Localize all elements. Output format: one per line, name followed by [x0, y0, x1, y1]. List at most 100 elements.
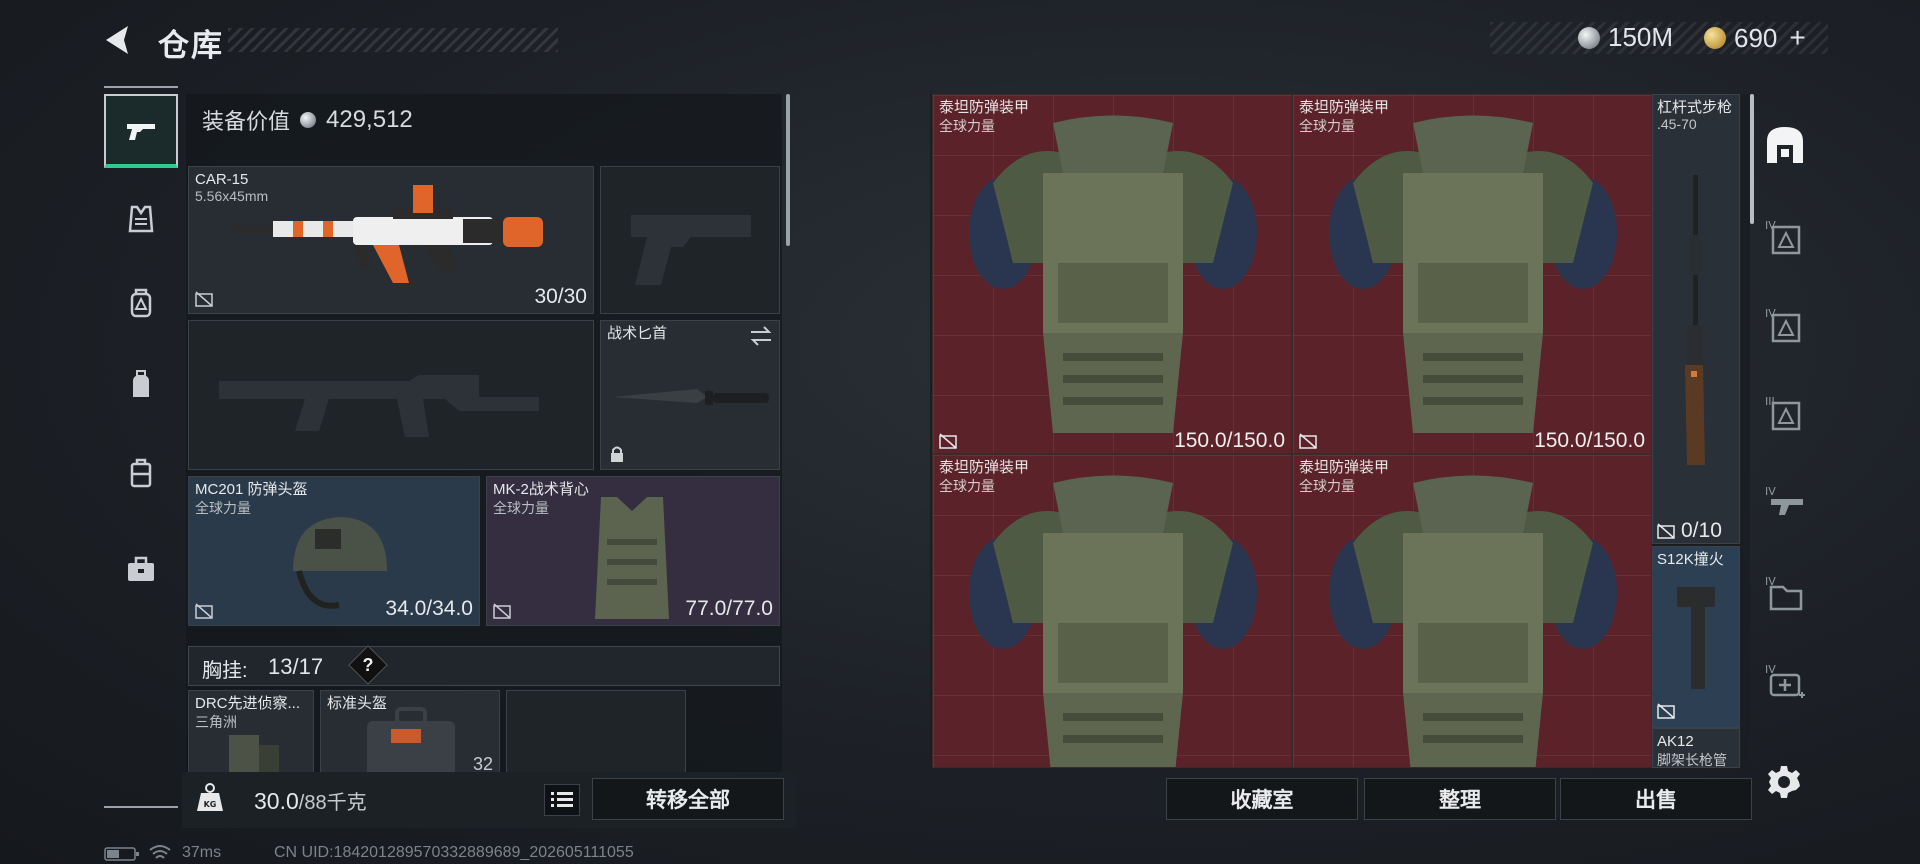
titan-armor-image — [1329, 115, 1617, 433]
helmet-slot[interactable]: MC201 防弹头盔 全球力量 34.0/34.0 — [188, 476, 480, 626]
title-decoration — [228, 28, 558, 52]
silver-coin-icon — [1578, 26, 1600, 49]
stash-tab-tier-3[interactable]: III — [1758, 376, 1812, 450]
weight-capacity: /88千克 — [298, 792, 367, 814]
stash-tab-tier-5[interactable]: IV — [1758, 556, 1812, 630]
svg-text:IV: IV — [1765, 219, 1776, 232]
gold-coin-icon — [1704, 27, 1726, 49]
list-icon — [551, 792, 573, 807]
armor-tier-icon: IV — [1765, 219, 1801, 255]
category-weapons[interactable] — [104, 94, 178, 168]
svg-text:IV: IV — [1765, 307, 1776, 320]
container-icon — [130, 458, 152, 488]
rifle-placeholder-icon — [219, 375, 539, 437]
svg-text:KG: KG — [204, 800, 217, 809]
stash-tab-tier-6[interactable]: IV — [1758, 644, 1812, 718]
titan-armor-image — [969, 475, 1257, 767]
currency-silver: 150M — [1578, 22, 1673, 53]
equipment-scrollbar[interactable] — [786, 94, 790, 246]
user-uid: CN UID:184201289570332889689_20260511105… — [274, 844, 634, 861]
rig-item-empty[interactable] — [506, 690, 686, 780]
sell-button[interactable]: 出售 — [1560, 778, 1752, 820]
currency-gold[interactable]: 690 + — [1704, 22, 1806, 54]
ak12-sub: 脚架长枪管 — [1657, 752, 1727, 768]
helmet-durability: 34.0/34.0 — [385, 597, 473, 620]
chest-rig-label: 胸挂: — [202, 660, 248, 682]
ak12-name: AK12 — [1657, 733, 1694, 750]
pistol-placeholder-icon — [631, 215, 751, 285]
armor-durability: 150.0/150.0 — [1534, 429, 1645, 452]
rig-item-1-name: DRC先进侦察... — [195, 695, 301, 712]
collection-room-button[interactable]: 收藏室 — [1166, 778, 1358, 820]
rig-item-1[interactable]: DRC先进侦察... 三角洲 — [188, 690, 314, 780]
weapon-tier-icon: IV — [1765, 485, 1803, 515]
settings-gear-icon[interactable] — [1766, 764, 1802, 800]
insurance-off-icon — [1657, 523, 1675, 539]
list-view-button[interactable] — [544, 784, 580, 816]
transfer-all-button[interactable]: 转移全部 — [592, 778, 784, 820]
stash-tab-tier-1[interactable]: IV — [1758, 200, 1812, 274]
stash-tab-main[interactable] — [1758, 108, 1812, 182]
vest-name: MK-2战术背心 — [493, 481, 589, 498]
stash-armor-item[interactable]: 泰坦防弹装甲 全球力量 — [932, 454, 1292, 768]
stash-armor-item[interactable]: 泰坦防弹装甲 全球力量 — [1292, 454, 1652, 768]
battery-icon — [104, 847, 139, 861]
weight-readout: 30.0/88千克 — [254, 786, 367, 815]
stash-tabs-nav: IV IV III IV IV IV — [1758, 94, 1812, 784]
stash-tab-tier-2[interactable]: IV — [1758, 288, 1812, 362]
armor-durability: 150.0/150.0 — [1174, 429, 1285, 452]
primary-weapon-slot[interactable]: CAR-15 5.56x45mm 30/30 — [188, 166, 594, 314]
currency-silver-value: 150M — [1608, 22, 1674, 52]
category-bag[interactable] — [104, 348, 178, 422]
knife-slot[interactable]: 战术匕首 — [600, 320, 780, 470]
vest-icon — [128, 205, 154, 233]
titan-armor-image — [1329, 475, 1617, 767]
lever-rifle-ammo: 0/10 — [1681, 519, 1722, 542]
pistol-slot[interactable] — [600, 166, 780, 314]
category-backpack[interactable] — [104, 266, 178, 340]
chest-rig-count: 13/17 — [268, 654, 324, 679]
category-container[interactable] — [104, 436, 178, 510]
helmet-image — [293, 517, 387, 609]
help-mark: ? — [362, 654, 374, 675]
vest-durability: 77.0/77.0 — [685, 597, 773, 620]
stash-lever-rifle[interactable]: 杠杆式步枪 .45-70 0/10 — [1652, 94, 1740, 544]
stash-scrollbar[interactable] — [1750, 94, 1754, 224]
rig-item-2[interactable]: 标准头盔 32 — [320, 690, 500, 780]
armor-faction: 全球力量 — [939, 118, 995, 134]
stash-tab-tier-4[interactable]: IV — [1758, 466, 1812, 540]
sort-button[interactable]: 整理 — [1364, 778, 1556, 820]
stash-armor-item[interactable]: 泰坦防弹装甲 全球力量 150.0/150.0 — [1292, 94, 1652, 454]
equipment-value-label: 装备价值 — [202, 109, 291, 134]
currency-gold-value: 690 — [1734, 22, 1778, 53]
armor-tier-icon: III — [1765, 395, 1801, 431]
insurance-off-icon — [493, 603, 511, 619]
category-case[interactable] — [104, 532, 178, 606]
insurance-off-icon — [195, 603, 213, 619]
swap-icon[interactable] — [749, 325, 773, 347]
insurance-off-icon — [939, 433, 957, 449]
wifi-icon — [149, 845, 171, 859]
add-currency-button[interactable]: + — [1789, 22, 1805, 54]
vest-slot[interactable]: MK-2战术背心 全球力量 77.0/77.0 — [486, 476, 780, 626]
weight-current: 30.0 — [254, 788, 299, 814]
insurance-off-icon — [1657, 703, 1675, 719]
armor-faction: 全球力量 — [1299, 478, 1355, 494]
stash-armor-item[interactable]: 泰坦防弹装甲 全球力量 150.0/150.0 — [932, 94, 1292, 454]
knife-name: 战术匕首 — [607, 325, 668, 342]
back-arrow-icon[interactable] — [98, 22, 142, 58]
page-title: 仓库 — [158, 28, 224, 63]
weight-icon: KG — [197, 783, 223, 811]
toolbox-icon — [128, 556, 154, 581]
armor-name: 泰坦防弹装甲 — [939, 459, 1030, 476]
secondary-weapon-slot[interactable] — [188, 320, 594, 470]
car15-rifle-image — [233, 185, 543, 283]
equipment-value: 装备价值 429,512 — [202, 104, 413, 136]
lever-rifle-name: 杠杆式步枪 — [1657, 99, 1733, 116]
armor-name: 泰坦防弹装甲 — [1299, 459, 1390, 476]
category-armor[interactable] — [104, 182, 178, 256]
stash-s12k-part[interactable]: S12K撞火 — [1652, 546, 1740, 728]
stash-ak12-part[interactable]: AK12 脚架长枪管 — [1652, 728, 1740, 768]
vest-faction: 全球力量 — [493, 500, 549, 516]
lever-rifle-image — [1685, 175, 1705, 465]
